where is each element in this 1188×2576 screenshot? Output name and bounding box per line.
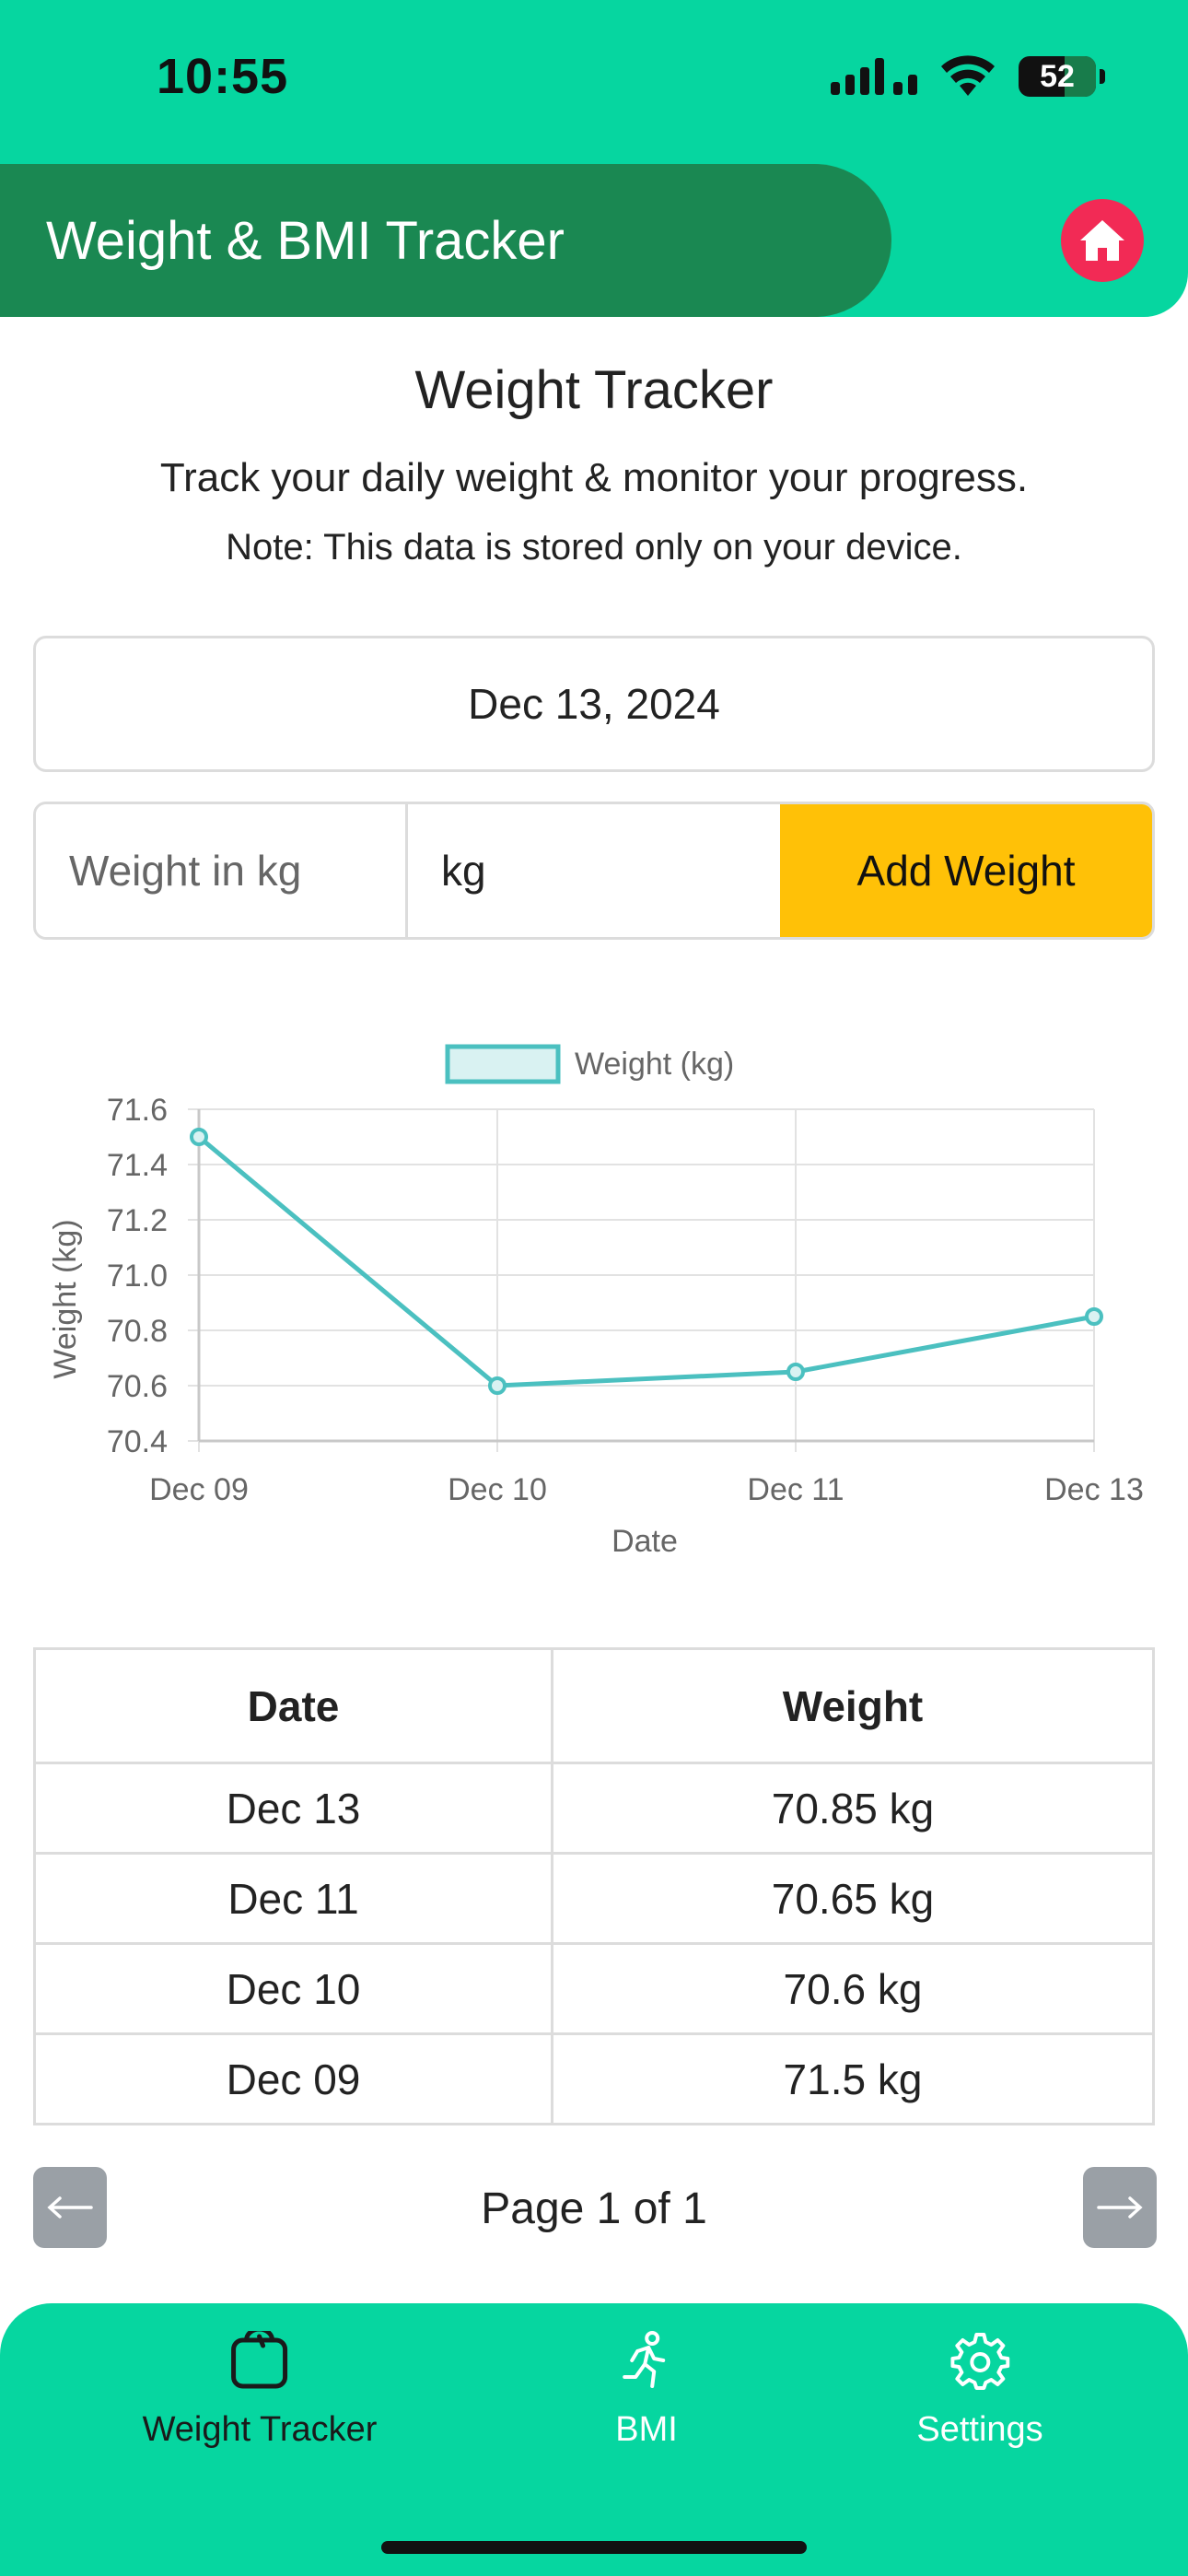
nav-weight-tracker-label: Weight Tracker [142,2410,378,2449]
x-tick-label: Dec 11 [747,1472,844,1507]
nav-bmi[interactable]: BMI [615,2331,678,2450]
legend-swatch [445,1044,561,1084]
unit-selector[interactable]: kg [408,804,780,937]
weight-input[interactable] [36,804,408,937]
gear-icon [950,2333,1009,2390]
data-point [488,1376,507,1395]
status-icons: 52 [831,55,1105,98]
running-person-icon [623,2331,665,2388]
top-header-area: 10:55 52 Weight & BMI Tracker [0,0,1188,317]
home-indicator [381,2541,807,2554]
nav-weight-tracker[interactable]: Weight Tracker [142,2331,378,2450]
x-axis-label: Date [611,1524,678,1559]
x-tick-label: Dec 09 [149,1472,249,1507]
nav-settings[interactable]: Settings [916,2331,1043,2450]
wifi-icon [941,55,995,96]
battery-level: 52 [1040,58,1075,94]
home-icon [1080,220,1124,261]
table-row: Dec 10 70.6 kg [33,1942,1155,2035]
weight-input-row: kg Add Weight [33,802,1155,940]
cellular-signal-icon [831,58,917,95]
y-axis-label: Weight (kg) [48,1219,83,1378]
home-button[interactable] [1061,199,1144,282]
y-tick-label: 70.6 [107,1369,168,1404]
y-tick-label: 71.6 [107,1093,168,1128]
storage-note: Note: This data is stored only on your d… [226,527,962,568]
table-row: Dec 13 70.85 kg [33,1762,1155,1855]
arrow-right-icon [1097,2196,1143,2219]
y-tick-label: 71.4 [107,1148,168,1183]
data-point [190,1128,208,1146]
row-weight: 70.85 kg [551,1762,1155,1855]
table-header-row: Date Weight [33,1647,1155,1764]
bottom-navigation: Weight Tracker BMI Settings [0,2303,1188,2576]
y-tick-label: 71.2 [107,1203,168,1238]
status-time: 10:55 [157,49,289,104]
battery-icon: 52 [1019,56,1105,97]
row-date: Dec 13 [33,1762,553,1855]
legend-label: Weight (kg) [575,1047,734,1082]
page-title: Weight Tracker [414,360,774,420]
weight-chart: 71.6 71.4 71.2 71.0 70.8 70.6 70.4 Dec 09 Dec 10… [48,1044,1144,1559]
app-title: Weight & BMI Tracker [46,210,565,271]
table-row: Dec 11 70.65 kg [33,1852,1155,1945]
nav-settings-label: Settings [916,2410,1043,2449]
column-header-weight: Weight [551,1647,1155,1764]
row-weight: 71.5 kg [551,2032,1155,2125]
row-date: Dec 11 [33,1852,553,1945]
series-line [197,1135,1095,1388]
date-picker-field[interactable]: Dec 13, 2024 [33,636,1155,772]
header-title-pill: Weight & BMI Tracker [0,164,891,317]
page-subtitle: Track your daily weight & monitor your p… [159,455,1029,500]
weight-table: Date Weight Dec 13 70.85 kg Dec 11 70.65… [33,1647,1155,2125]
table-row: Dec 09 71.5 kg [33,2032,1155,2125]
y-tick-label: 70.4 [107,1424,168,1459]
scale-icon [231,2331,288,2389]
data-point [786,1363,805,1381]
row-weight: 70.6 kg [551,1942,1155,2035]
x-tick-label: Dec 10 [448,1472,547,1507]
page-indicator: Page 1 of 1 [481,2184,707,2233]
row-date: Dec 10 [33,1942,553,2035]
row-weight: 70.65 kg [551,1852,1155,1945]
y-tick-label: 71.0 [107,1259,168,1294]
next-page-button[interactable] [1083,2167,1157,2248]
row-date: Dec 09 [33,2032,553,2125]
nav-bmi-label: BMI [615,2410,678,2449]
add-weight-button[interactable]: Add Weight [780,804,1152,937]
x-tick-label: Dec 13 [1044,1472,1144,1507]
data-point [1085,1307,1103,1326]
y-tick-label: 70.8 [107,1314,168,1349]
column-header-date: Date [33,1647,553,1764]
